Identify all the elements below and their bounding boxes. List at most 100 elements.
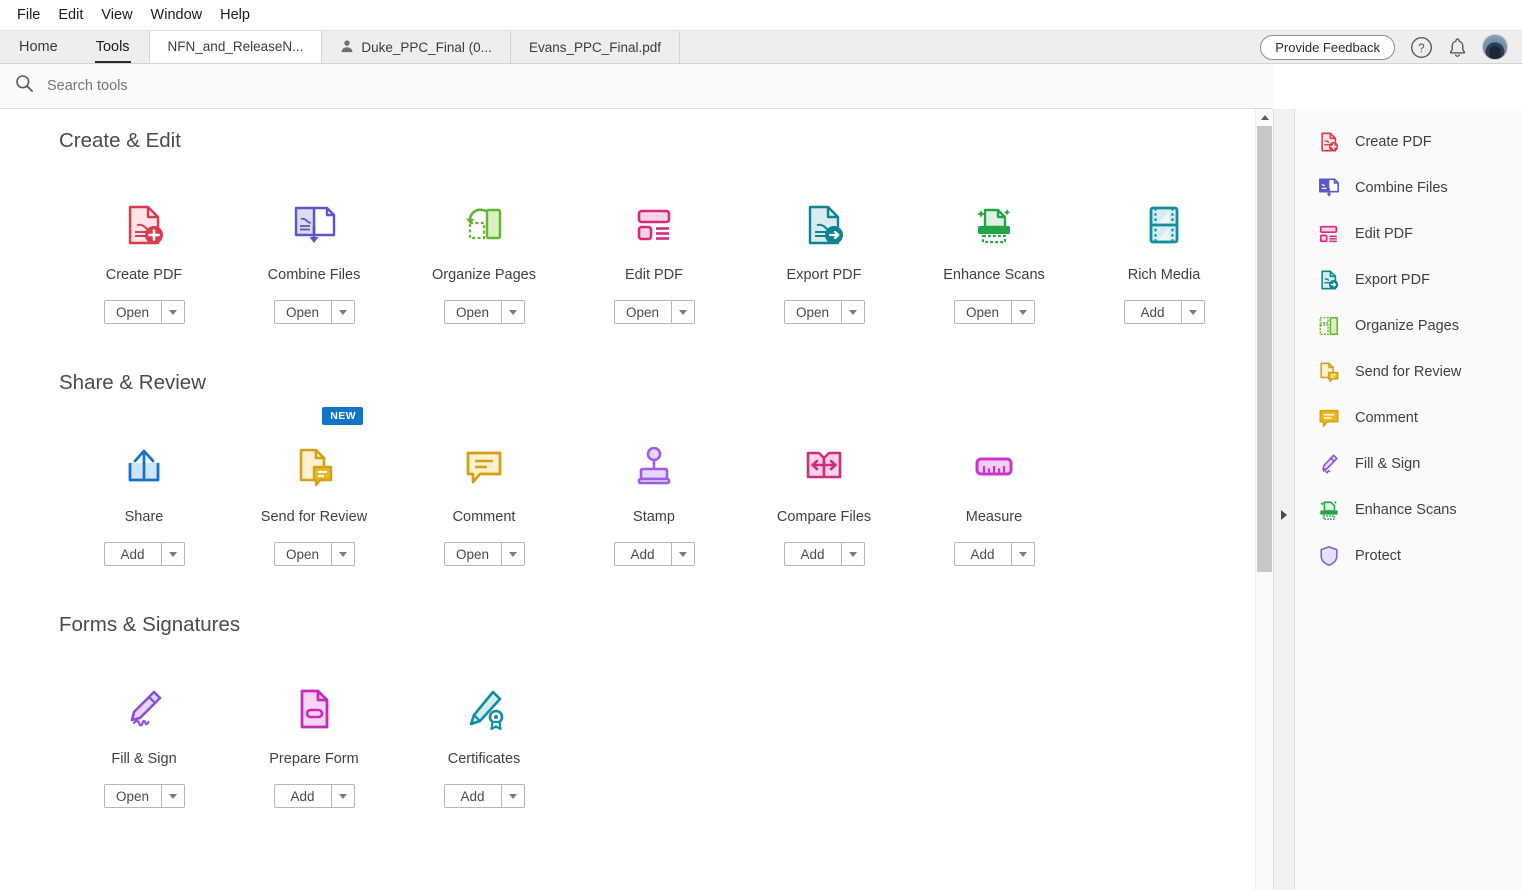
tool-label: Export PDF bbox=[786, 267, 862, 283]
menu-item-edit[interactable]: Edit bbox=[49, 4, 92, 26]
tool-card-send-for-review: NEW Send for Review Open bbox=[229, 407, 399, 566]
section-forms-and-signatures: Forms & Signatures Fill & Sign Open Prep… bbox=[0, 566, 1255, 808]
compare-files-icon[interactable] bbox=[798, 441, 850, 493]
chevron-down-icon[interactable] bbox=[840, 301, 864, 323]
enhance-scans-icon bbox=[1317, 498, 1341, 522]
enhance-scans-icon[interactable] bbox=[968, 199, 1020, 251]
panel-item-send-for-review[interactable]: Send for Review bbox=[1295, 349, 1521, 395]
document-tab-evans[interactable]: Evans_PPC_Final.pdf bbox=[509, 31, 680, 63]
scrollbar-thumb[interactable] bbox=[1257, 126, 1272, 572]
panel-item-combine-files[interactable]: Combine Files bbox=[1295, 165, 1521, 211]
panel-item-comment[interactable]: Comment bbox=[1295, 395, 1521, 441]
scrollbar-track[interactable] bbox=[1256, 126, 1273, 890]
panel-item-fill-and-sign[interactable]: Fill & Sign bbox=[1295, 441, 1521, 487]
section-share-and-review: Share & Review Share Add NEW Send for Re… bbox=[0, 324, 1255, 566]
chevron-down-icon[interactable] bbox=[160, 543, 184, 565]
chevron-down-icon[interactable] bbox=[160, 301, 184, 323]
menu-item-file[interactable]: File bbox=[8, 4, 49, 26]
panel-item-label: Edit PDF bbox=[1355, 226, 1414, 242]
document-tab-label: NFN_and_ReleaseN... bbox=[167, 39, 304, 54]
vertical-scrollbar[interactable] bbox=[1255, 109, 1273, 890]
panel-item-label: Combine Files bbox=[1355, 180, 1448, 196]
tool-action-button[interactable]: Open bbox=[613, 300, 695, 324]
panel-item-create-pdf[interactable]: Create PDF bbox=[1295, 119, 1521, 165]
chevron-down-icon[interactable] bbox=[840, 543, 864, 565]
chevron-down-icon[interactable] bbox=[160, 785, 184, 807]
combine-files-icon[interactable] bbox=[288, 199, 340, 251]
tool-card-create-pdf: Create PDF Open bbox=[59, 199, 229, 324]
chevron-down-icon[interactable] bbox=[500, 785, 524, 807]
tool-action-label: Add bbox=[460, 788, 485, 804]
panel-item-enhance-scans[interactable]: Enhance Scans bbox=[1295, 487, 1521, 533]
chevron-down-icon[interactable] bbox=[1010, 543, 1034, 565]
stamp-icon[interactable] bbox=[628, 441, 680, 493]
help-circle-icon[interactable]: ? bbox=[1410, 36, 1433, 59]
comment-icon[interactable] bbox=[458, 441, 510, 493]
document-tab-nfn[interactable]: NFN_and_ReleaseN... bbox=[148, 31, 322, 63]
tool-action-button[interactable]: Add bbox=[613, 542, 695, 566]
document-tab-duke[interactable]: Duke_PPC_Final (0... bbox=[321, 31, 510, 63]
tool-action-button[interactable]: Add bbox=[1123, 300, 1205, 324]
chevron-down-icon[interactable] bbox=[670, 301, 694, 323]
tool-action-button[interactable]: Add bbox=[273, 784, 355, 808]
tool-action-button[interactable]: Open bbox=[103, 784, 185, 808]
create-pdf-icon[interactable] bbox=[118, 199, 170, 251]
user-avatar[interactable] bbox=[1482, 34, 1508, 60]
organize-pages-icon[interactable] bbox=[458, 199, 510, 251]
panel-item-label: Enhance Scans bbox=[1355, 502, 1457, 518]
tool-action-button[interactable]: Open bbox=[443, 542, 525, 566]
menu-item-window[interactable]: Window bbox=[142, 4, 212, 26]
chevron-down-icon[interactable] bbox=[330, 543, 354, 565]
tool-action-button[interactable]: Add bbox=[953, 542, 1035, 566]
section-title: Forms & Signatures bbox=[59, 613, 241, 636]
certificates-icon[interactable] bbox=[458, 683, 510, 735]
tool-action-button[interactable]: Open bbox=[103, 300, 185, 324]
menu-item-view[interactable]: View bbox=[92, 4, 141, 26]
panel-item-protect[interactable]: Protect bbox=[1295, 533, 1521, 579]
panel-item-label: Send for Review bbox=[1355, 364, 1462, 380]
prepare-form-icon[interactable] bbox=[288, 683, 340, 735]
chevron-right-icon bbox=[1281, 509, 1287, 520]
send-for-review-icon[interactable] bbox=[288, 441, 340, 493]
chevron-down-icon[interactable] bbox=[330, 785, 354, 807]
tool-action-button[interactable]: Open bbox=[783, 300, 865, 324]
panel-item-organize-pages[interactable]: Organize Pages bbox=[1295, 303, 1521, 349]
nav-tab-home[interactable]: Home bbox=[0, 31, 77, 63]
export-pdf-icon[interactable] bbox=[798, 199, 850, 251]
panel-collapse-toggle[interactable] bbox=[1273, 109, 1295, 890]
rich-media-icon[interactable] bbox=[1138, 199, 1190, 251]
nav-tab-tools[interactable]: Tools bbox=[77, 31, 149, 63]
panel-item-label: Export PDF bbox=[1355, 272, 1430, 288]
measure-icon[interactable] bbox=[968, 441, 1020, 493]
organize-pages-icon bbox=[1317, 314, 1341, 338]
panel-item-export-pdf[interactable]: Export PDF bbox=[1295, 257, 1521, 303]
chevron-down-icon[interactable] bbox=[670, 543, 694, 565]
tool-card-enhance-scans: Enhance Scans Open bbox=[909, 199, 1079, 324]
menu-item-help[interactable]: Help bbox=[211, 4, 259, 26]
tool-action-button[interactable]: Add bbox=[443, 784, 525, 808]
tool-action-button[interactable]: Add bbox=[783, 542, 865, 566]
chevron-down-icon[interactable] bbox=[1010, 301, 1034, 323]
tool-action-label: Open bbox=[455, 304, 490, 320]
tool-action-button[interactable]: Open bbox=[273, 300, 355, 324]
chevron-down-icon[interactable] bbox=[1180, 301, 1204, 323]
tool-row: Fill & Sign Open Prepare Form Add Certif… bbox=[59, 683, 1255, 808]
share-icon[interactable] bbox=[118, 441, 170, 493]
tool-action-button[interactable]: Add bbox=[103, 542, 185, 566]
chevron-down-icon[interactable] bbox=[330, 301, 354, 323]
edit-pdf-icon[interactable] bbox=[628, 199, 680, 251]
tool-action-button[interactable]: Open bbox=[443, 300, 525, 324]
notification-bell-icon[interactable] bbox=[1448, 37, 1467, 58]
tool-action-button[interactable]: Open bbox=[953, 300, 1035, 324]
chevron-down-icon[interactable] bbox=[500, 543, 524, 565]
tool-action-label: Open bbox=[795, 304, 830, 320]
fill-and-sign-icon[interactable] bbox=[118, 683, 170, 735]
chevron-down-icon[interactable] bbox=[500, 301, 524, 323]
panel-item-edit-pdf[interactable]: Edit PDF bbox=[1295, 211, 1521, 257]
scroll-up-icon[interactable] bbox=[1256, 109, 1273, 126]
svg-text:?: ? bbox=[1418, 42, 1424, 54]
tool-label: Fill & Sign bbox=[111, 751, 177, 767]
search-input[interactable] bbox=[47, 78, 447, 94]
tool-action-button[interactable]: Open bbox=[273, 542, 355, 566]
provide-feedback-button[interactable]: Provide Feedback bbox=[1260, 34, 1395, 60]
